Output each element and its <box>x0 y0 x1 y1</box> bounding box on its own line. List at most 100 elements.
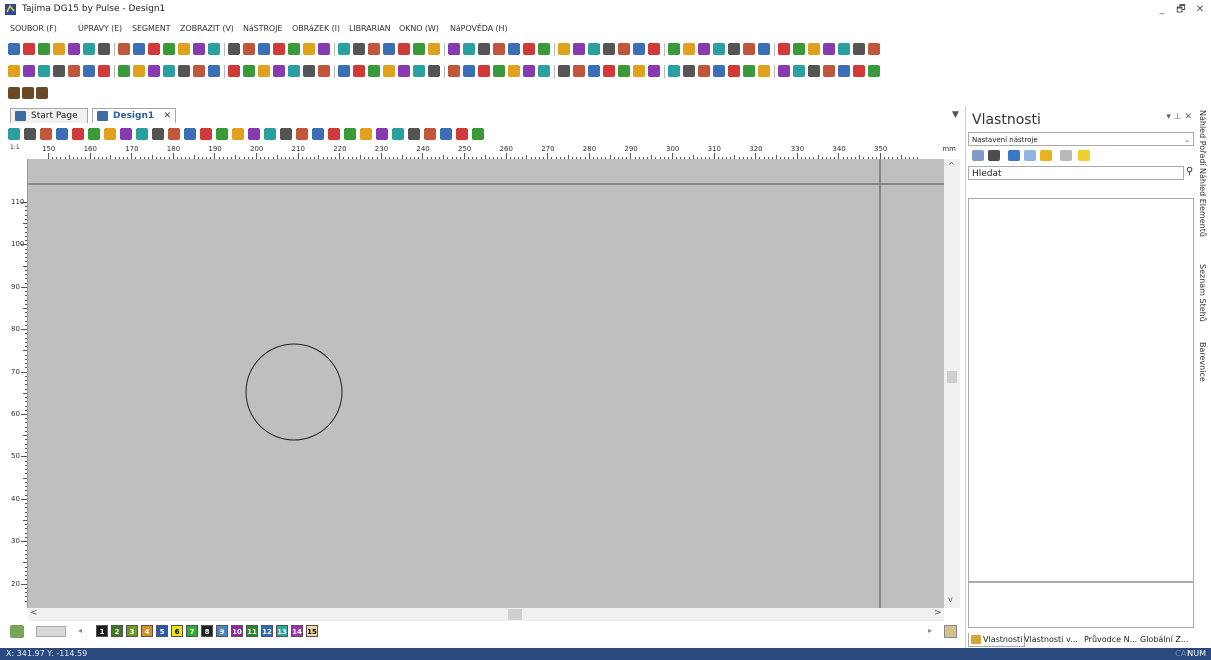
design-tool-icon[interactable] <box>472 128 484 140</box>
toolbar-tool-icon[interactable] <box>38 65 50 77</box>
toolbar-tool-icon[interactable] <box>778 65 790 77</box>
toolbar-tool-icon[interactable] <box>83 43 95 55</box>
menu-upravy[interactable]: ÚPRAVY (E) <box>78 24 122 33</box>
categorized-icon[interactable] <box>972 150 984 161</box>
color-swatch-3[interactable]: 3 <box>126 625 138 637</box>
toolbar-tool-icon[interactable] <box>603 43 615 55</box>
toolbar-tool-icon[interactable] <box>758 43 770 55</box>
close-button[interactable]: ✕ <box>1191 2 1209 18</box>
toolbar-tool-icon[interactable] <box>178 43 190 55</box>
toolbar-tool-icon[interactable] <box>8 43 20 55</box>
toolbar-tool-icon[interactable] <box>853 65 865 77</box>
toolbar-tool-icon[interactable] <box>368 65 380 77</box>
palette-left-icon[interactable]: ◂ <box>78 626 82 635</box>
toolbar-tool-icon[interactable] <box>428 65 440 77</box>
toolbar-tool-icon[interactable] <box>618 65 630 77</box>
design-tool-icon[interactable] <box>344 128 356 140</box>
horizontal-scroll-thumb[interactable] <box>508 609 522 620</box>
color-swatch-10[interactable]: 10 <box>231 625 243 637</box>
events-icon[interactable] <box>1024 150 1036 161</box>
toolbar-tool-icon[interactable] <box>603 65 615 77</box>
toolbar-tool-icon[interactable] <box>558 43 570 55</box>
tab-close-icon[interactable]: ✕ <box>163 109 171 124</box>
toolbar-tool-icon[interactable] <box>133 65 145 77</box>
toolbar-tool-icon[interactable] <box>383 43 395 55</box>
toolbar-tool-icon[interactable] <box>448 65 460 77</box>
minimize-button[interactable]: _ <box>1153 2 1171 18</box>
color-swatch-6[interactable]: 6 <box>171 625 183 637</box>
toolbar-tool-icon[interactable] <box>743 65 755 77</box>
palette-settings-icon[interactable] <box>944 625 957 638</box>
toolbar-tool-icon[interactable] <box>23 43 35 55</box>
color-swatch-15[interactable]: 15 <box>306 625 318 637</box>
tab-dropdown-icon[interactable]: ▼ <box>952 110 959 120</box>
toolbar-tool-icon[interactable] <box>508 43 520 55</box>
toolbar-tool-icon[interactable] <box>38 43 50 55</box>
design-tool-icon[interactable] <box>248 128 260 140</box>
menu-segment[interactable]: SEGMENT <box>132 24 171 33</box>
color-swatch-7[interactable]: 7 <box>186 625 198 637</box>
scroll-up-icon[interactable]: ^ <box>948 161 955 170</box>
design-tool-icon[interactable] <box>440 128 452 140</box>
toolbar-tool-icon[interactable] <box>36 87 48 99</box>
toolbar-tool-icon[interactable] <box>133 43 145 55</box>
menu-nastroje[interactable]: NáSTROJE <box>243 24 282 33</box>
toolbar-tool-icon[interactable] <box>368 43 380 55</box>
toolbar-tool-icon[interactable] <box>838 43 850 55</box>
toolbar-tool-icon[interactable] <box>478 65 490 77</box>
toolbar-tool-icon[interactable] <box>448 43 460 55</box>
toolbar-tool-icon[interactable] <box>728 43 740 55</box>
toolbar-tool-icon[interactable] <box>573 65 585 77</box>
toolbar-tool-icon[interactable] <box>318 43 330 55</box>
current-color-box[interactable] <box>36 626 66 637</box>
toolbar-tool-icon[interactable] <box>288 65 300 77</box>
toolbar-tool-icon[interactable] <box>588 43 600 55</box>
toolbar-tool-icon[interactable] <box>303 65 315 77</box>
toolbar-tool-icon[interactable] <box>793 43 805 55</box>
toolbar-tool-icon[interactable] <box>823 43 835 55</box>
maximize-button[interactable]: 🗗 <box>1172 2 1190 18</box>
toolbar-tool-icon[interactable] <box>228 43 240 55</box>
toolbar-tool-icon[interactable] <box>208 65 220 77</box>
toolbar-tool-icon[interactable] <box>338 65 350 77</box>
toolbar-tool-icon[interactable] <box>478 43 490 55</box>
toolbar-tool-icon[interactable] <box>208 43 220 55</box>
toolbar-tool-icon[interactable] <box>118 43 130 55</box>
toolbar-tool-icon[interactable] <box>193 65 205 77</box>
scroll-left-icon[interactable]: < <box>30 608 38 618</box>
toolbar-tool-icon[interactable] <box>808 65 820 77</box>
toolbar-tool-icon[interactable] <box>668 65 680 77</box>
color-swatch-2[interactable]: 2 <box>111 625 123 637</box>
toolbar-tool-icon[interactable] <box>53 65 65 77</box>
toolbar-tool-icon[interactable] <box>383 65 395 77</box>
vertical-scroll-thumb[interactable] <box>947 371 957 383</box>
lightning-icon[interactable] <box>1078 150 1090 161</box>
color-swatch-14[interactable]: 14 <box>291 625 303 637</box>
toolbar-tool-icon[interactable] <box>98 65 110 77</box>
toolbar-tool-icon[interactable] <box>288 43 300 55</box>
design-tool-icon[interactable] <box>232 128 244 140</box>
toolbar-tool-icon[interactable] <box>838 65 850 77</box>
toolbar-tool-icon[interactable] <box>273 65 285 77</box>
color-swatch-4[interactable]: 4 <box>141 625 153 637</box>
properties-grid[interactable] <box>968 198 1194 582</box>
design-tool-icon[interactable] <box>296 128 308 140</box>
toolbar-tool-icon[interactable] <box>538 65 550 77</box>
design-tool-icon[interactable] <box>152 128 164 140</box>
circle-object[interactable] <box>245 343 343 441</box>
toolbar-tool-icon[interactable] <box>633 43 645 55</box>
search-icon[interactable]: ⚲ <box>1186 166 1193 177</box>
toolbar-tool-icon[interactable] <box>683 43 695 55</box>
design-tool-icon[interactable] <box>264 128 276 140</box>
tab-start-page[interactable]: Start Page <box>10 108 88 123</box>
toolbar-tool-icon[interactable] <box>793 65 805 77</box>
toolbar-tool-icon[interactable] <box>68 43 80 55</box>
toolbar-tool-icon[interactable] <box>493 43 505 55</box>
toolbar-tool-icon[interactable] <box>713 65 725 77</box>
toolbar-tool-icon[interactable] <box>303 43 315 55</box>
toolbar-tool-icon[interactable] <box>668 43 680 55</box>
color-swatch-5[interactable]: 5 <box>156 625 168 637</box>
ptab-globalni[interactable]: Globální Z... <box>1140 633 1188 646</box>
scroll-down-icon[interactable]: v <box>948 595 953 604</box>
reset-icon[interactable] <box>1060 150 1072 161</box>
